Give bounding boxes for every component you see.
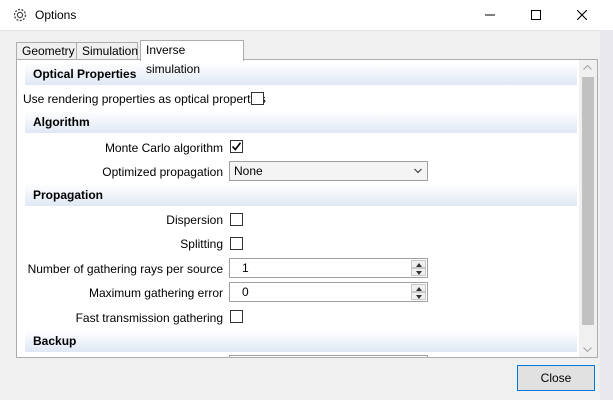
checkmark-icon xyxy=(231,142,242,151)
tab-label: Geometry xyxy=(22,44,75,58)
use-rendering-label: Use rendering properties as optical prop… xyxy=(23,92,266,106)
optimized-propagation-label: Optimized propagation xyxy=(102,165,223,179)
fast-transmission-label: Fast transmission gathering xyxy=(75,311,223,325)
monte-carlo-label: Monte Carlo algorithm xyxy=(104,141,223,155)
maximize-button[interactable] xyxy=(513,0,559,30)
minimize-button[interactable] xyxy=(467,0,513,30)
tab-simulation[interactable]: Simulation xyxy=(76,42,138,59)
dispersion-checkbox[interactable] xyxy=(230,213,243,226)
close-window-button[interactable] xyxy=(559,0,605,30)
spinner-buttons xyxy=(411,284,426,300)
optimized-propagation-select[interactable]: None xyxy=(229,161,428,181)
scroll-down-icon[interactable] xyxy=(583,347,592,352)
fast-transmission-checkbox[interactable] xyxy=(230,310,243,323)
property-grid: Optical Properties Use rendering propert… xyxy=(17,60,579,357)
max-gathering-error-value: 0 xyxy=(242,285,249,299)
gathering-rays-label: Number of gathering rays per source xyxy=(27,262,223,276)
arrow-down-icon xyxy=(416,271,422,275)
minimize-icon xyxy=(485,14,495,16)
use-rendering-checkbox[interactable] xyxy=(251,92,264,105)
vertical-scrollbar[interactable] xyxy=(579,60,597,357)
spinner-down-button[interactable] xyxy=(411,268,426,276)
scroll-up-icon[interactable] xyxy=(583,65,592,70)
background-window-edge xyxy=(600,30,613,400)
dispersion-label: Dispersion xyxy=(166,213,223,227)
gathering-rays-value: 1 xyxy=(242,261,249,275)
section-header-algorithm: Algorithm xyxy=(25,111,577,133)
gear-icon xyxy=(12,7,28,23)
section-header-optical-properties: Optical Properties xyxy=(25,63,577,85)
section-header-backup: Backup xyxy=(25,330,577,352)
arrow-up-icon xyxy=(416,287,422,291)
scrollbar-thumb[interactable] xyxy=(582,77,594,325)
spinner-buttons xyxy=(411,260,426,276)
gathering-rays-spinner[interactable]: 1 xyxy=(229,258,428,278)
tab-panel: Optical Properties Use rendering propert… xyxy=(16,59,598,358)
window-title: Options xyxy=(35,8,77,22)
spinner-up-button[interactable] xyxy=(411,284,426,292)
arrow-down-icon xyxy=(416,295,422,299)
title-bar: Options xyxy=(0,0,613,31)
max-gathering-error-label: Maximum gathering error xyxy=(88,286,223,300)
spinner-down-button[interactable] xyxy=(411,292,426,300)
splitting-label: Splitting xyxy=(180,237,223,251)
close-icon xyxy=(577,10,587,20)
tab-label: Simulation xyxy=(82,44,139,58)
max-gathering-error-spinner[interactable]: 0 xyxy=(229,282,428,302)
close-button[interactable]: Close xyxy=(517,365,595,391)
monte-carlo-checkbox[interactable] xyxy=(230,140,243,153)
spinner-up-button[interactable] xyxy=(411,260,426,268)
optimized-propagation-value: None xyxy=(234,164,263,178)
section-header-propagation: Propagation xyxy=(25,184,577,206)
chevron-down-icon xyxy=(414,168,422,174)
maximize-icon xyxy=(531,10,541,20)
tab-label: Inverse simulation xyxy=(146,43,201,76)
backup-field-partial[interactable] xyxy=(229,355,428,357)
arrow-up-icon xyxy=(416,263,422,267)
splitting-checkbox[interactable] xyxy=(230,237,243,250)
tab-inverse-simulation[interactable]: Inverse simulation xyxy=(140,40,244,76)
tab-geometry[interactable]: Geometry xyxy=(16,42,77,59)
